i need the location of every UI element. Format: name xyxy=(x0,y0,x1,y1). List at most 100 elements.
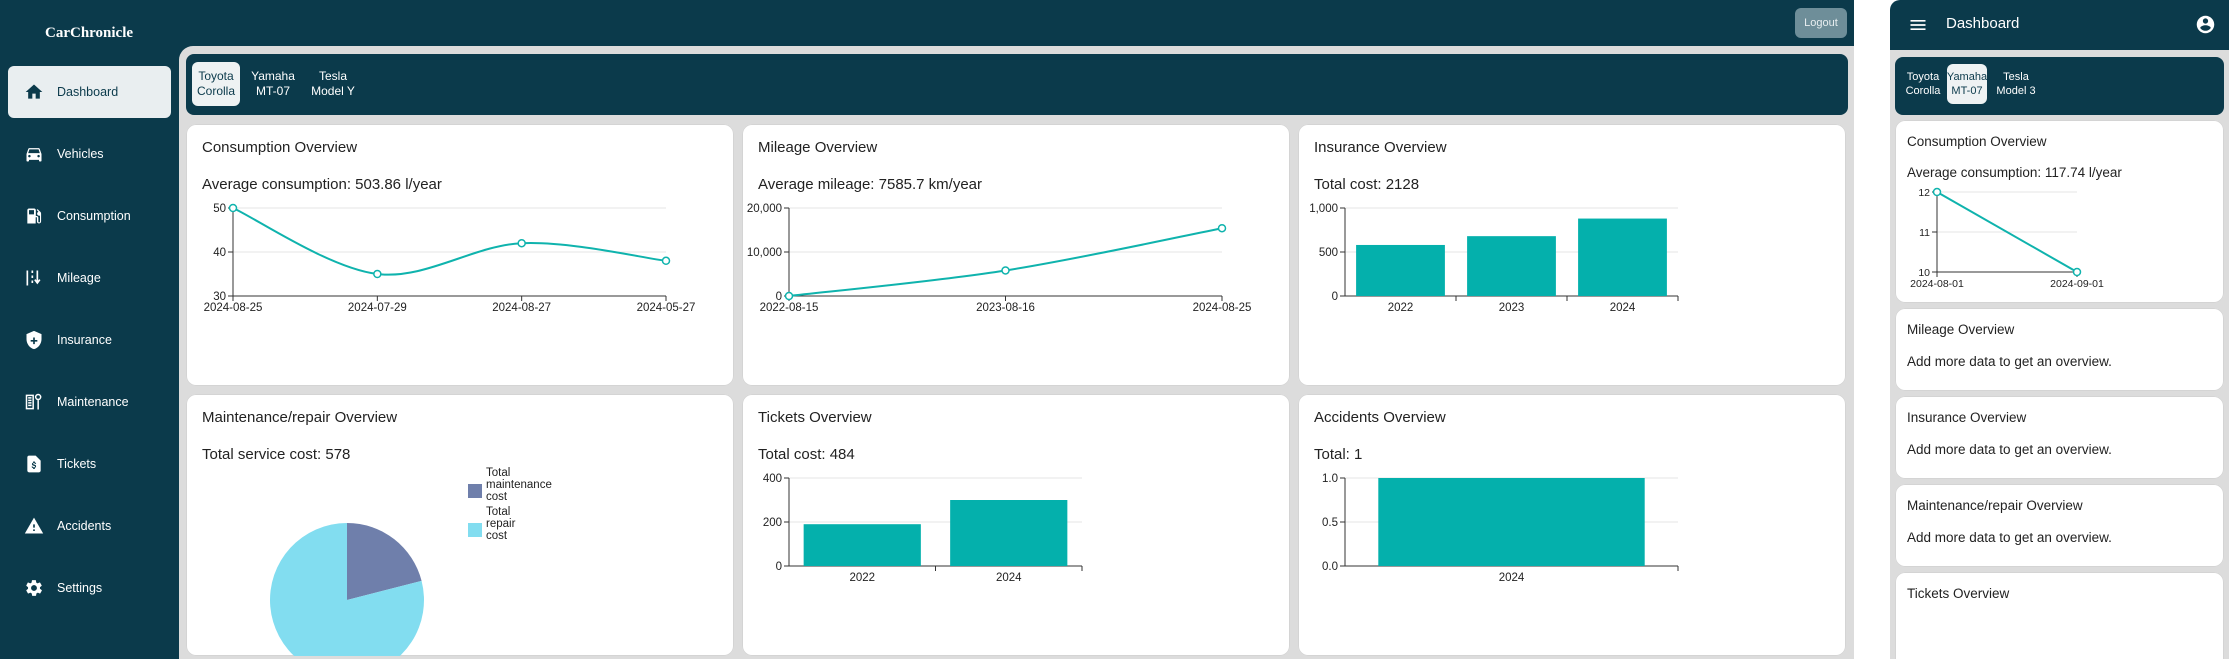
sidebar-item-label: Insurance xyxy=(57,333,112,347)
tab-toyota-corolla[interactable]: Toyota Corolla xyxy=(192,62,240,106)
pie-slice xyxy=(270,523,424,656)
legend-label: Total xyxy=(486,506,510,518)
logout-button[interactable]: Logout xyxy=(1795,8,1847,38)
tab-label: Yamaha xyxy=(1946,71,1988,83)
sidebar-item-tickets[interactable]: Tickets xyxy=(8,438,171,490)
insurance-chart: 0 500 1,000 2022 2023 2024 xyxy=(1309,203,1679,314)
series-line xyxy=(788,227,1223,297)
data-point xyxy=(1001,266,1010,275)
tickets-card: Tickets Overview Total cost: 484 0 200 400… xyxy=(742,394,1290,656)
bar xyxy=(1356,244,1445,296)
empty-message: Add more data to get an overview. xyxy=(1907,442,2112,457)
home-icon xyxy=(25,84,43,99)
x-tick-label: 2022-08-15 xyxy=(760,302,819,314)
sidebar-item-mileage[interactable]: Mileage xyxy=(8,252,171,304)
y-tick-label: 10,000 xyxy=(747,247,782,259)
empty-message: Add more data to get an overview. xyxy=(1907,530,2112,545)
tab-label: MT-07 xyxy=(1951,85,1983,97)
desktop-view: CarChronicle Logout Dashboard Vehicles C… xyxy=(0,0,1854,659)
x-tick-label: 2024-08-27 xyxy=(492,302,551,314)
tab-tesla-model-y[interactable]: Tesla Model Y xyxy=(305,62,361,106)
maintenance-chart: TotalmaintenancecostTotalrepaircost xyxy=(270,467,552,656)
tab-label: MT-07 xyxy=(255,84,290,98)
sidebar-item-label: Vehicles xyxy=(57,147,104,161)
legend-label: cost xyxy=(486,530,508,542)
tab-label: Corolla xyxy=(1905,85,1941,97)
mobile-consumption-card: Consumption Overview Average consumption… xyxy=(1895,120,2224,303)
y-tick-label: 11 xyxy=(1919,227,1930,239)
y-tick-label: 400 xyxy=(763,473,782,485)
y-tick-label: 200 xyxy=(763,517,782,529)
y-tick-label: 0.5 xyxy=(1322,517,1338,529)
tab-label: Toyota xyxy=(198,69,234,83)
sidebar-item-maintenance[interactable]: Maintenance xyxy=(8,376,171,428)
data-point xyxy=(373,269,382,279)
x-tick-label: 2023-08-16 xyxy=(976,302,1035,314)
empty-message: Add more data to get an overview. xyxy=(1907,354,2112,369)
y-tick-label: 500 xyxy=(1319,247,1338,259)
mobile-page-title: Dashboard xyxy=(1946,15,2020,32)
consumption-chart: 3040502024-08-25 2024-07-29 2024-08-27 2024… xyxy=(204,203,696,314)
ticket-icon xyxy=(27,455,41,473)
accidents-card: Accidents Overview Total: 1 0.0 0.5 1.0 202… xyxy=(1298,394,1846,656)
card-title: Consumption Overview xyxy=(1907,134,2047,149)
sidebar-item-label: Tickets xyxy=(57,457,97,471)
tab-label: Tesla xyxy=(2003,71,2029,83)
menu-icon[interactable] xyxy=(1908,15,1928,35)
accidents-chart: 0.0 0.5 1.0 2024 xyxy=(1322,473,1679,584)
tab-yamaha-mt07[interactable]: Yamaha MT-07 xyxy=(1947,64,1987,104)
bar xyxy=(1467,236,1556,296)
sidebar-item-consumption[interactable]: Consumption xyxy=(8,190,171,242)
y-tick-label: 20,000 xyxy=(747,203,782,215)
mileage-card: Mileage Overview Average mileage: 7585.7… xyxy=(742,124,1290,386)
sidebar-item-label: Settings xyxy=(57,581,103,595)
sidebar-item-label: Accidents xyxy=(57,519,112,533)
mileage-icon xyxy=(26,270,41,286)
bar xyxy=(1578,218,1667,296)
tickets-chart: 0 200 400 2022 2024 xyxy=(763,473,1083,584)
data-point xyxy=(517,238,526,248)
sidebar-item-label: Mileage xyxy=(57,271,101,285)
sidebar-item-label: Dashboard xyxy=(57,85,119,99)
x-tick-label: 2024 xyxy=(1610,302,1636,314)
tab-label: Corolla xyxy=(196,84,235,98)
bar xyxy=(803,524,921,566)
sidebar-item-settings[interactable]: Settings xyxy=(8,562,171,614)
tab-tesla-model-3[interactable]: Tesla Model 3 xyxy=(1993,64,2039,104)
y-tick-label: 0 xyxy=(1332,291,1338,303)
series-line xyxy=(232,207,667,276)
mobile-insurance-card: Insurance Overview Add more data to get … xyxy=(1895,396,2224,479)
mileage-chart: 010,00020,0002022-08-15 2023-08-16 2024-08… xyxy=(747,203,1252,314)
y-tick-label: 12 xyxy=(1918,187,1930,199)
sidebar-item-label: Consumption xyxy=(57,209,131,223)
maintenance-card: Maintenance/repair Overview Total servic… xyxy=(186,394,734,656)
x-tick-label: 2024-08-25 xyxy=(204,302,263,314)
sidebar-item-label: Maintenance xyxy=(57,395,129,409)
x-tick-label: 2024-08-01 xyxy=(1910,278,1964,290)
bar xyxy=(950,500,1068,566)
car-icon xyxy=(26,148,42,162)
sidebar-item-dashboard[interactable]: Dashboard xyxy=(8,66,171,118)
vehicle-tabs: Toyota Corolla Yamaha MT-07 Tesla Model … xyxy=(186,54,1848,115)
card-title: Maintenance/repair Overview xyxy=(1907,498,2083,513)
x-tick-label: 2022 xyxy=(849,572,875,584)
data-point xyxy=(1217,223,1227,233)
legend-label: cost xyxy=(486,491,508,503)
mobile-tickets-card: Tickets Overview xyxy=(1895,572,2224,659)
legend-label: maintenance xyxy=(486,479,552,491)
y-tick-label: 1,000 xyxy=(1309,203,1338,215)
tab-yamaha-mt07[interactable]: Yamaha MT-07 xyxy=(247,62,299,106)
account-icon[interactable] xyxy=(2195,14,2216,35)
tab-toyota-corolla[interactable]: Toyota Corolla xyxy=(1903,64,1943,104)
sidebar-item-insurance[interactable]: Insurance xyxy=(8,314,171,366)
mobile-view: Dashboard Toyota Corolla Yamaha MT-07 Te… xyxy=(1890,0,2229,659)
sidebar-item-accidents[interactable]: Accidents xyxy=(8,500,171,552)
consumption-card: Consumption Overview Average consumption… xyxy=(186,124,734,386)
y-tick-label: 50 xyxy=(213,203,226,215)
bar xyxy=(1378,478,1645,566)
data-point xyxy=(1932,187,1942,197)
tab-label: Yamaha xyxy=(251,69,295,83)
dashboard-content: Toyota Corolla Yamaha MT-07 Tesla Model … xyxy=(179,46,1854,659)
legend-swatch xyxy=(468,484,482,498)
sidebar-item-vehicles[interactable]: Vehicles xyxy=(8,128,171,180)
